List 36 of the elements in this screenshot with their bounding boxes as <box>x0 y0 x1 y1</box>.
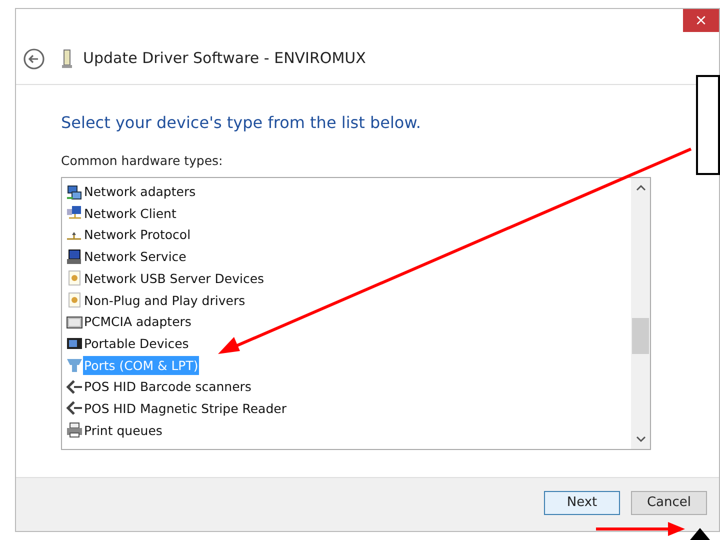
device-type-icon <box>66 378 83 395</box>
list-item[interactable]: Print queues <box>83 420 164 440</box>
list-item[interactable]: Portable Devices <box>83 334 190 353</box>
list-item[interactable]: Non-Plug and Play drivers <box>83 290 246 310</box>
list-label: Common hardware types: <box>61 152 224 170</box>
device-type-icon <box>66 292 83 308</box>
device-icon <box>61 48 73 68</box>
back-button[interactable] <box>23 48 45 70</box>
list-item[interactable]: POS HID Barcode scanners <box>83 377 252 396</box>
list-item[interactable]: POS HID Magnetic Stripe Reader <box>83 398 288 418</box>
scrollbar[interactable] <box>631 178 650 449</box>
list-item[interactable]: Network Protocol <box>83 225 192 244</box>
device-type-icon <box>66 335 83 352</box>
list-item[interactable]: Network Service <box>83 247 188 266</box>
device-type-icon <box>66 357 83 374</box>
device-type-icon <box>66 400 83 416</box>
list-item[interactable]: Network adapters <box>83 182 197 202</box>
dialog-button[interactable]: Next <box>544 491 620 515</box>
device-type-icon <box>66 422 83 438</box>
list-item[interactable]: Network Client <box>83 204 178 223</box>
dialog-button[interactable]: Cancel <box>631 491 707 515</box>
scroll-up-icon[interactable] <box>636 184 646 192</box>
close-button[interactable]: × <box>683 9 719 32</box>
annotation-arrow <box>690 528 710 540</box>
hardware-type-list[interactable] <box>61 176 651 450</box>
device-type-icon <box>66 205 83 222</box>
device-type-icon <box>66 184 83 200</box>
window-title: Update Driver Software - ENVIROMUX <box>83 48 366 70</box>
instruction-heading: Select your device's type from the list below. <box>61 112 422 134</box>
scrollbar-thumb[interactable] <box>632 318 649 354</box>
device-type-icon <box>66 314 83 330</box>
list-item[interactable]: PCMCIA adapters <box>83 312 192 332</box>
list-item[interactable]: Network USB Server Devices <box>83 268 266 288</box>
device-type-icon <box>66 248 83 265</box>
scroll-down-icon[interactable] <box>636 434 646 443</box>
device-type-icon <box>66 270 83 286</box>
